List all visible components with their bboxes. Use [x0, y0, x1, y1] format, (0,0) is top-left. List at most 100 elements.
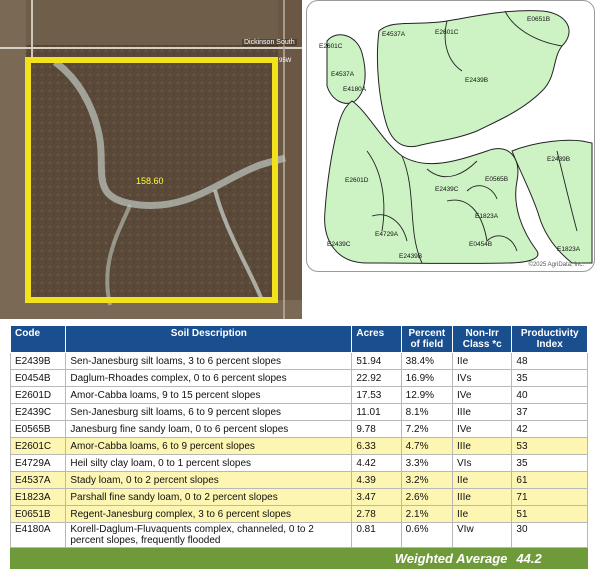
cell-code: E0651B — [9, 505, 67, 523]
map-label: E2601C — [435, 29, 459, 36]
cell-code: E2439C — [9, 403, 67, 421]
cell-percent: 8.1% — [400, 403, 454, 421]
map-label: E0651B — [527, 16, 551, 23]
cell-class: IIe — [452, 471, 513, 489]
header-nonirr: Non-Irr Class *c — [452, 325, 513, 353]
map-label: E2439C — [327, 241, 351, 248]
cell-description: Regent-Janesburg complex, 3 to 6 percent… — [65, 505, 353, 523]
cell-description: Stady loam, 0 to 2 percent slopes — [65, 471, 353, 489]
cell-class: VIs — [452, 454, 513, 472]
cell-code: E1823A — [9, 488, 67, 506]
cell-productivity: 71 — [511, 488, 588, 506]
map-label: E2439B — [399, 253, 423, 260]
cell-code: E2601C — [9, 437, 67, 455]
cell-class: IVe — [452, 386, 513, 404]
cell-code: E4537A — [9, 471, 67, 489]
map-label: E0454B — [469, 241, 493, 248]
header-nonirr-line1: Non-Irr — [465, 328, 499, 339]
header-percent-line1: Percent — [408, 328, 446, 339]
cell-percent: 12.9% — [400, 386, 454, 404]
cell-description: Sen-Janesburg silt loams, 3 to 6 percent… — [65, 352, 353, 370]
weighted-average-label: Weighted Average — [9, 547, 513, 569]
header-description: Soil Description — [65, 325, 353, 353]
table-row: E4729A Heil silty clay loam, 0 to 1 perc… — [9, 454, 588, 472]
map-label: E4537A — [382, 31, 406, 38]
acres-label: 158.60 — [136, 176, 164, 186]
cell-acres: 4.42 — [351, 454, 402, 472]
table-header-row: Code Soil Description Acres Percent of f… — [9, 325, 588, 353]
cell-productivity: 61 — [511, 471, 588, 489]
cell-productivity: 37 — [511, 403, 588, 421]
map-copyright: ©2025 AgriData, Inc. — [528, 262, 584, 268]
soil-map-panel: E0651B E2601C E4537A E2601C E4537A E4180… — [306, 0, 595, 272]
table-row: E0565B Janesburg fine sandy loam, 0 to 6… — [9, 420, 588, 438]
map-label: E4180A — [343, 86, 367, 93]
cell-description: Amor-Cabba loams, 6 to 9 percent slopes — [65, 437, 353, 455]
cell-class: IVs — [452, 369, 513, 387]
cell-class: VIw — [452, 522, 513, 548]
cell-productivity: 51 — [511, 505, 588, 523]
table-row: E0454B Daglum-Rhoades complex, 0 to 6 pe… — [9, 369, 588, 387]
cell-acres: 6.33 — [351, 437, 402, 455]
cell-percent: 16.9% — [400, 369, 454, 387]
cell-description: Heil silty clay loam, 0 to 1 percent slo… — [65, 454, 353, 472]
cell-code: E4180A — [9, 522, 67, 548]
cell-acres: 3.47 — [351, 488, 402, 506]
table-row: E4537A Stady loam, 0 to 2 percent slopes… — [9, 471, 588, 489]
table-row: E2601C Amor-Cabba loams, 6 to 9 percent … — [9, 437, 588, 455]
header-productivity-line2: Index — [536, 339, 563, 350]
map-label: E1823A — [475, 213, 499, 220]
cell-code: E2439B — [9, 352, 67, 370]
cell-acres: 22.92 — [351, 369, 402, 387]
map-label: E2601C — [319, 43, 343, 50]
cell-percent: 3.2% — [400, 471, 454, 489]
cell-percent: 2.1% — [400, 505, 454, 523]
cell-description: Sen-Janesburg silt loams, 6 to 9 percent… — [65, 403, 353, 421]
cell-productivity: 35 — [511, 454, 588, 472]
table-row: E2439C Sen-Janesburg silt loams, 6 to 9 … — [9, 403, 588, 421]
cell-percent: 2.6% — [400, 488, 454, 506]
cell-class: IIIe — [452, 488, 513, 506]
table-row: E4180A Korell-Daglum-Fluvaquents complex… — [9, 522, 588, 548]
cell-description: Amor-Cabba loams, 9 to 15 percent slopes — [65, 386, 353, 404]
map-label: E0565B — [485, 176, 509, 183]
table-row: E2439B Sen-Janesburg silt loams, 3 to 6 … — [9, 352, 588, 370]
aerial-imagery — [0, 0, 302, 319]
cell-class: IIIe — [452, 403, 513, 421]
map-label: E4537A — [331, 71, 355, 78]
cell-description: Parshall fine sandy loam, 0 to 2 percent… — [65, 488, 353, 506]
table-row: E1823A Parshall fine sandy loam, 0 to 2 … — [9, 488, 588, 506]
cell-description: Korell-Daglum-Fluvaquents complex, chann… — [65, 522, 353, 548]
cell-productivity: 40 — [511, 386, 588, 404]
cell-percent: 0.6% — [400, 522, 454, 548]
table-row: E0651B Regent-Janesburg complex, 3 to 6 … — [9, 505, 588, 523]
cell-code: E0565B — [9, 420, 67, 438]
cell-code: E0454B — [9, 369, 67, 387]
header-productivity-line1: Productivity — [520, 328, 579, 339]
cell-percent: 38.4% — [400, 352, 454, 370]
map-label: E2601D — [345, 177, 369, 184]
table-row: E2601D Amor-Cabba loams, 9 to 15 percent… — [9, 386, 588, 404]
cell-productivity: 35 — [511, 369, 588, 387]
cell-acres: 51.94 — [351, 352, 402, 370]
map-label: E2439C — [435, 186, 459, 193]
map-label: E4729A — [375, 231, 399, 238]
cell-description: Daglum-Rhoades complex, 0 to 6 percent s… — [65, 369, 353, 387]
cell-acres: 11.01 — [351, 403, 402, 421]
header-nonirr-line2: Class *c — [462, 339, 502, 350]
cell-productivity: 53 — [511, 437, 588, 455]
cell-code: E2601D — [9, 386, 67, 404]
road-label: Dickinson South — [242, 39, 297, 46]
cell-class: IVe — [452, 420, 513, 438]
cell-acres: 0.81 — [351, 522, 402, 548]
cell-productivity: 30 — [511, 522, 588, 548]
cell-productivity: 42 — [511, 420, 588, 438]
weighted-average-row: Weighted Average 44.2 — [9, 547, 588, 569]
cell-percent: 7.2% — [400, 420, 454, 438]
weighted-average-value: 44.2 — [511, 547, 588, 569]
header-percent-line2: of field — [410, 339, 444, 350]
cell-productivity: 48 — [511, 352, 588, 370]
cell-percent: 4.7% — [400, 437, 454, 455]
header-percent: Percent of field — [400, 325, 454, 353]
map-label: E2439B — [547, 156, 571, 163]
